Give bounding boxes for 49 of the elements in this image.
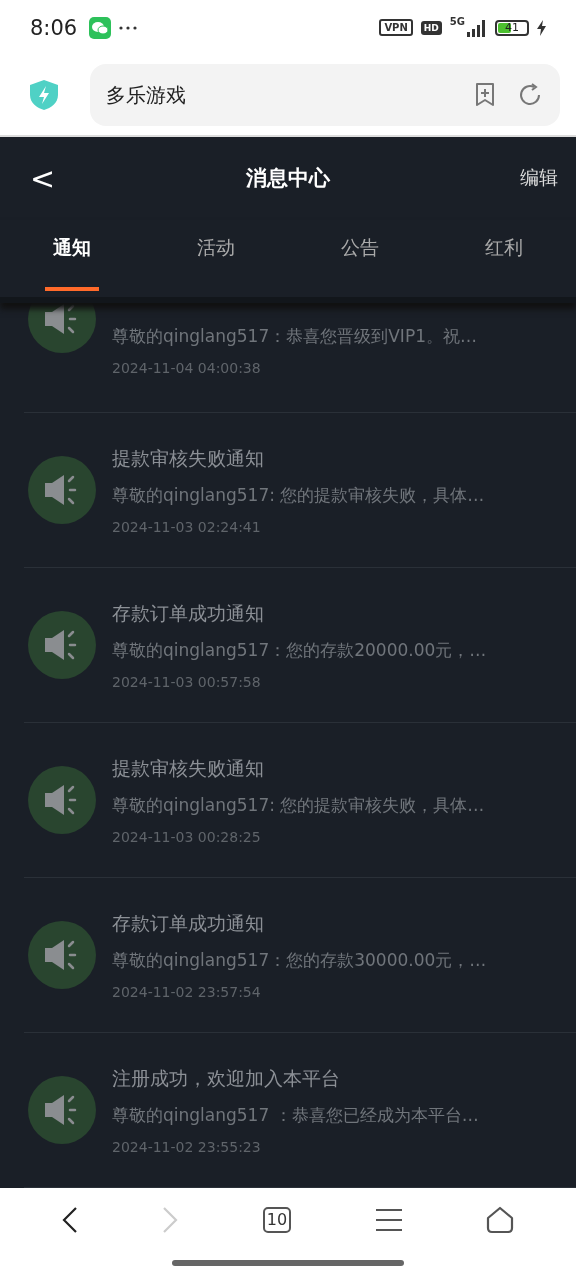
- message-row[interactable]: 提款审核失败通知 尊敬的qinglang517: 您的提款审核失败，具体… 2024-11-03 02:24:41: [24, 413, 576, 568]
- edit-button[interactable]: 编辑: [520, 165, 558, 192]
- tab[interactable]: 活动: [189, 219, 243, 291]
- message-row[interactable]: 提款审核失败通知 尊敬的qinglang517: 您的提款审核失败，具体… 2024-11-03 00:28:25: [24, 723, 576, 878]
- message-preview: 尊敬的qinglang517 ：恭喜您已经成为本平台…: [112, 1103, 479, 1127]
- charging-icon: [537, 19, 546, 36]
- address-field[interactable]: 多乐游戏: [90, 64, 560, 126]
- back-button[interactable]: <: [30, 160, 56, 196]
- message-title: 注册成功，欢迎加入本平台: [112, 1065, 341, 1091]
- message-time: 2024-11-03 02:24:41: [112, 518, 262, 535]
- network-label: 5G: [449, 16, 465, 27]
- tab[interactable]: 公告: [333, 219, 387, 291]
- speaker-icon: [28, 456, 96, 524]
- message-time: 2024-11-03 00:57:58: [112, 673, 262, 690]
- message-title: 存款订单成功通知: [112, 600, 265, 626]
- speaker-icon: [28, 611, 96, 679]
- speaker-icon: [28, 766, 96, 834]
- tab[interactable]: 通知: [45, 219, 99, 291]
- message-title: 提款审核失败通知: [112, 755, 265, 781]
- message-preview: 尊敬的qinglang517：您的存款30000.00元，…: [112, 948, 487, 972]
- message-row[interactable]: 存款订单成功通知 尊敬的qinglang517：您的存款30000.00元，… 2024-11-02 23:57:54: [24, 878, 576, 1033]
- message-time: 2024-11-04 04:00:38: [112, 360, 262, 376]
- speaker-icon: [28, 1076, 96, 1144]
- refresh-icon[interactable]: [518, 83, 542, 107]
- chat-app-icon: [89, 16, 112, 39]
- hd-badge: HD: [420, 20, 442, 35]
- home-icon[interactable]: [485, 1206, 514, 1234]
- message-title: 存款订单成功通知: [112, 910, 265, 936]
- message-row[interactable]: 存款订单成功通知 尊敬的qinglang517：您的存款20000.00元，… 2024-11-03 00:57:58: [24, 568, 576, 723]
- tab-count-button[interactable]: 10: [262, 1207, 292, 1233]
- message-row[interactable]: 尊敬的qinglang517：恭喜您晋级到VIP1。祝… 2024-11-04 04:00:38: [24, 303, 576, 413]
- message-preview: 尊敬的qinglang517：您的存款20000.00元，…: [112, 638, 487, 662]
- message-preview: 尊敬的qinglang517: 您的提款审核失败，具体…: [112, 793, 485, 817]
- message-preview: 尊敬的qinglang517：恭喜您晋级到VIP1。祝…: [112, 325, 477, 348]
- bookmark-add-icon[interactable]: [474, 83, 496, 107]
- more-icon: [119, 25, 138, 30]
- message-time: 2024-11-02 23:55:23: [112, 1138, 262, 1155]
- speaker-icon: [28, 921, 96, 989]
- message-preview: 尊敬的qinglang517: 您的提款审核失败，具体…: [112, 483, 485, 507]
- page-title: 消息中心: [244, 165, 331, 193]
- status-time: 8:06: [30, 15, 78, 40]
- message-title: 提款审核失败通知: [112, 445, 265, 471]
- menu-icon[interactable]: [375, 1208, 402, 1232]
- message-time: 2024-11-03 00:28:25: [112, 828, 262, 845]
- tab[interactable]: 红利: [477, 219, 531, 291]
- vpn-badge: VPN: [379, 19, 413, 36]
- back-icon[interactable]: [62, 1206, 79, 1234]
- signal-icon: [467, 18, 487, 37]
- message-time: 2024-11-02 23:57:54: [112, 983, 262, 1000]
